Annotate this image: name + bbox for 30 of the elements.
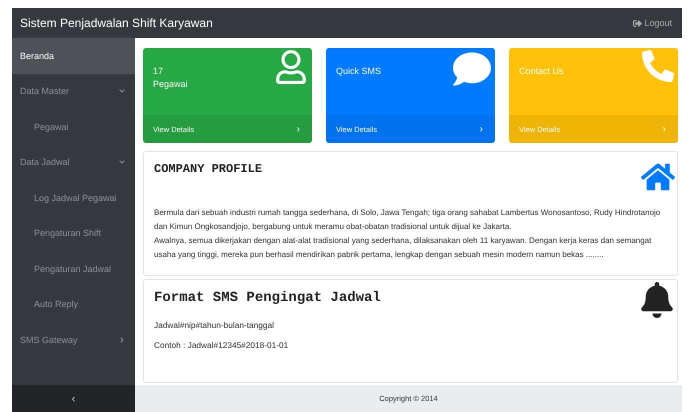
bell-icon — [639, 282, 675, 318]
sidebar-subitem[interactable]: Auto Reply — [12, 286, 135, 322]
sidebar-subitem[interactable]: Pengaturan Shift — [12, 216, 135, 251]
panel-paragraph: Awalnya, semua dikerjakan dengan alat-alat tradisional yang sederhana, dilaksanakan oleh 11 karyawan. Dengan kerja keras dan semangat usaha yang tinggi, mereka pun berhasil mendirikan pabrik pertama, lengkap dengan sebuah mesin modern namun bekas ........ — [154, 235, 652, 261]
sidebar-item[interactable]: SMS Gateway — [12, 322, 135, 358]
logout-link[interactable]: Logout — [633, 18, 672, 28]
sidebar-item[interactable]: Beranda — [12, 38, 135, 74]
sidebar-subitem[interactable]: Log Jadwal Pegawai — [12, 180, 135, 216]
card-text: 17 — [153, 66, 164, 76]
chat-bubble-icon — [453, 50, 491, 88]
card-text: Pegawai — [153, 79, 189, 89]
chevron-down-icon — [119, 88, 125, 94]
card-text: Quick SMS — [336, 66, 382, 76]
panel-paragraph: Bermula dari sebuah industri rumah tangga sederhana, di Solo, Jawa Tengah; tiga orang sahabat Lambertus Wonosantoso, Rudy Hindrotanojo dan Kimun Ongkosandjojo, bergabung untuk meramu obat-obatan tradisional untuk dijual ke Jakarta. — [154, 207, 662, 233]
panel-title: Format SMS Pengingat Jadwal — [154, 290, 382, 306]
card-text: Contact Us — [519, 66, 565, 76]
sidebar-subitem[interactable]: Pegawai — [12, 109, 135, 144]
sidebar-item[interactable]: Data Master — [12, 74, 135, 109]
collapse-button[interactable]: ‹ — [12, 385, 135, 412]
panel-paragraph: Contoh : Jadwal#12345#2018-01-01 — [154, 340, 290, 350]
user-icon — [274, 50, 308, 84]
chevron-right-icon — [119, 336, 125, 343]
phone-icon — [642, 50, 674, 82]
panel-paragraph: Jadwal#nip#tahun-bulan-tanggal — [154, 320, 275, 330]
chevron-down-icon — [119, 159, 125, 166]
sidebar-item[interactable]: Data Jadwal — [12, 144, 135, 180]
app-title: Sistem Penjadwalan Shift Karyawan — [20, 16, 213, 30]
sidebar-subitem[interactable]: Pengaturan Jadwal — [12, 251, 135, 286]
panel-title: COMPANY PROFILE — [154, 162, 264, 176]
logout-icon — [633, 18, 642, 28]
